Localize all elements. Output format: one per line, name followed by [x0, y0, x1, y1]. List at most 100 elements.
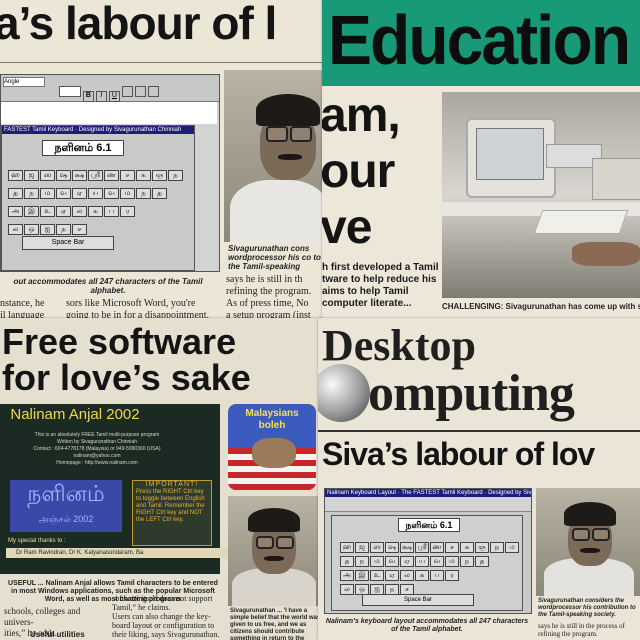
key-row-1: ஹஜஸஷக்ஷஸ்ரீணசகஞநம [340, 536, 520, 553]
badge-line2: boleh [258, 420, 286, 431]
nalinam-logo: நளினம் அஞ்சல் 2002 [10, 480, 122, 532]
keyboard-key[interactable]: ஏ [72, 188, 87, 199]
keyboard-key[interactable]: வ [104, 188, 119, 199]
italic-button[interactable]: I [95, 91, 107, 102]
keyboard-window: Angle B I U FASTEST Tamil Keyboard · Des… [0, 74, 220, 272]
clipping-top-left: a’s labour of l Angle B I U FASTEST Tami… [0, 0, 330, 330]
keyboard-key[interactable]: ஹ [8, 170, 23, 181]
keyboard-key[interactable]: ஐ [40, 224, 55, 235]
text-line: Users can also change the key- [112, 612, 211, 621]
keyboard-key[interactable]: ஸ [40, 170, 55, 181]
keyboard-key[interactable]: வ [56, 188, 71, 199]
mustache [264, 556, 284, 561]
align-right-button[interactable] [147, 86, 159, 97]
clip1-body-right: says he is still in th refining the prog… [226, 274, 330, 322]
keyboard-key[interactable]: அ [8, 206, 23, 217]
keyboard-key[interactable]: ண [104, 170, 119, 181]
cpu-box [592, 158, 640, 200]
keyboard-key[interactable]: ஏ [56, 206, 71, 217]
keyboard-window-2: Nalinam Keyboard Layout · The FASTEST Ta… [324, 488, 532, 614]
logo-text: நளினம் [27, 482, 105, 507]
keyboard-key[interactable]: த [8, 188, 23, 199]
text-line: says he is still in the process of [538, 622, 625, 630]
text-line: their liking, says Sivagurunathan. [112, 630, 220, 639]
glasses-left [572, 528, 590, 541]
keyboard-dialog: FASTEST Tamil Keyboard · Designed by Siv… [1, 125, 195, 271]
text-line: refining the program. [538, 630, 598, 638]
text-line: says he is still in th [226, 274, 303, 285]
clipping-top-right: Education am, our ve h first developed a… [322, 0, 640, 318]
info-line: nalinam@yahoo.com [73, 453, 121, 459]
keyboard-key[interactable]: ந [168, 170, 183, 181]
text-line: As of press time, No [226, 298, 309, 309]
clip2-caption: CHALLENGING: Sivagurunathan has come up … [442, 302, 640, 311]
keyboard-key[interactable]: ம [505, 542, 519, 553]
keyboard-key[interactable]: ஒ [24, 224, 39, 235]
clip3-body-mid: software itself does not support Tamil,”… [112, 594, 224, 639]
font-size-select[interactable] [59, 86, 81, 97]
keyboard-key[interactable]: ந [24, 188, 39, 199]
clip3-photo-caption: Sivagurunathan ... 'I have a simple beli… [230, 608, 321, 640]
hair [248, 508, 300, 532]
important-text: Press the RIGHT Ctrl key to toggle betwe… [136, 489, 205, 523]
keyboard-key[interactable]: க்ஷ [72, 170, 87, 181]
keyboard-key[interactable]: ஜ [24, 170, 39, 181]
clip3-headline: Free software for love’s sake [2, 324, 251, 396]
info-line: This is an absolutely FREE Tamil multi-p… [34, 432, 160, 438]
keyboard-key[interactable]: ல [340, 584, 354, 595]
keyboard-key[interactable]: த [152, 188, 167, 199]
headline-line: ve [322, 201, 372, 254]
text-line: Tamil,” he claims. [112, 603, 171, 612]
toolbar-buttons: B I U [59, 86, 159, 102]
bold-button[interactable]: B [82, 91, 94, 102]
key-row-4: லஒஐநச [8, 218, 88, 235]
globe-icon [318, 364, 370, 422]
keyboard-key[interactable]: ய [88, 188, 103, 199]
headline-line: our [322, 145, 395, 198]
clip4-headline: Siva’s labour of lov [322, 436, 595, 472]
keyboard-key[interactable]: க [136, 170, 151, 181]
space-bar-key-2[interactable]: Space Bar [362, 594, 474, 606]
keyboard-key[interactable]: ல [8, 224, 23, 235]
keyboard-key[interactable]: ம [120, 188, 135, 199]
clip1-headline: a’s labour of l [0, 0, 277, 49]
font-select[interactable]: Angle [3, 77, 45, 87]
keyboard-key[interactable]: ப [104, 206, 119, 217]
keyboard-key[interactable]: ஷ [56, 170, 71, 181]
keyboard-key[interactable]: ல [72, 206, 87, 217]
keyboard-key[interactable]: ந [460, 556, 474, 567]
keyboard-key[interactable]: ர [445, 570, 459, 581]
logo-sub: அஞ்சல் 2002 [38, 514, 94, 524]
keyboard-key[interactable]: ந [136, 188, 151, 199]
shirt [230, 180, 328, 242]
keyboard-key[interactable]: த [475, 556, 489, 567]
keyboard-key[interactable]: இ [24, 206, 39, 217]
keyboard-key[interactable]: ஸ்ரீ [88, 170, 103, 181]
keyboard-key[interactable]: க [88, 206, 103, 217]
align-left-button[interactable] [121, 86, 133, 97]
align-center-button[interactable] [134, 86, 146, 97]
badge-faces [252, 438, 296, 468]
underline-button[interactable]: U [108, 91, 120, 102]
keyboard-key[interactable]: உ [40, 206, 55, 217]
text-line: schools, colleges and univers- [4, 606, 81, 627]
clip2-headline: am, our ve [322, 88, 401, 256]
keyboard-key[interactable]: ஞ [152, 170, 167, 181]
space-bar-key[interactable]: Space Bar [22, 236, 114, 250]
document-area[interactable] [1, 102, 217, 124]
keyboard-key[interactable]: ர [120, 206, 135, 217]
keyboard [533, 210, 629, 234]
clip4-body-right: says he is still in the process of refin… [538, 622, 640, 638]
keyboard-key[interactable]: ம [40, 188, 55, 199]
key-row-2: தநமவஏயவமநத [340, 550, 490, 567]
hair [256, 94, 320, 126]
keyboard-key[interactable]: ப [430, 570, 444, 581]
keyboard-key[interactable]: ந [490, 542, 504, 553]
headline-line: am, [322, 89, 401, 142]
keyboard-key[interactable]: க [415, 570, 429, 581]
keyboard-key[interactable]: ச [120, 170, 135, 181]
keyboard-key[interactable]: ச [72, 224, 87, 235]
keyboard-key[interactable]: ந [56, 224, 71, 235]
malaysians-boleh-badge: Malaysians boleh [228, 404, 316, 490]
keyboard-dialog-2: நளினம் 6.1 ஹ ஜ ஸ ஷ க்ஷ ஸ்ரீ ண ச க ஞ ந ம தநமவஏயவமநத … [331, 515, 523, 611]
